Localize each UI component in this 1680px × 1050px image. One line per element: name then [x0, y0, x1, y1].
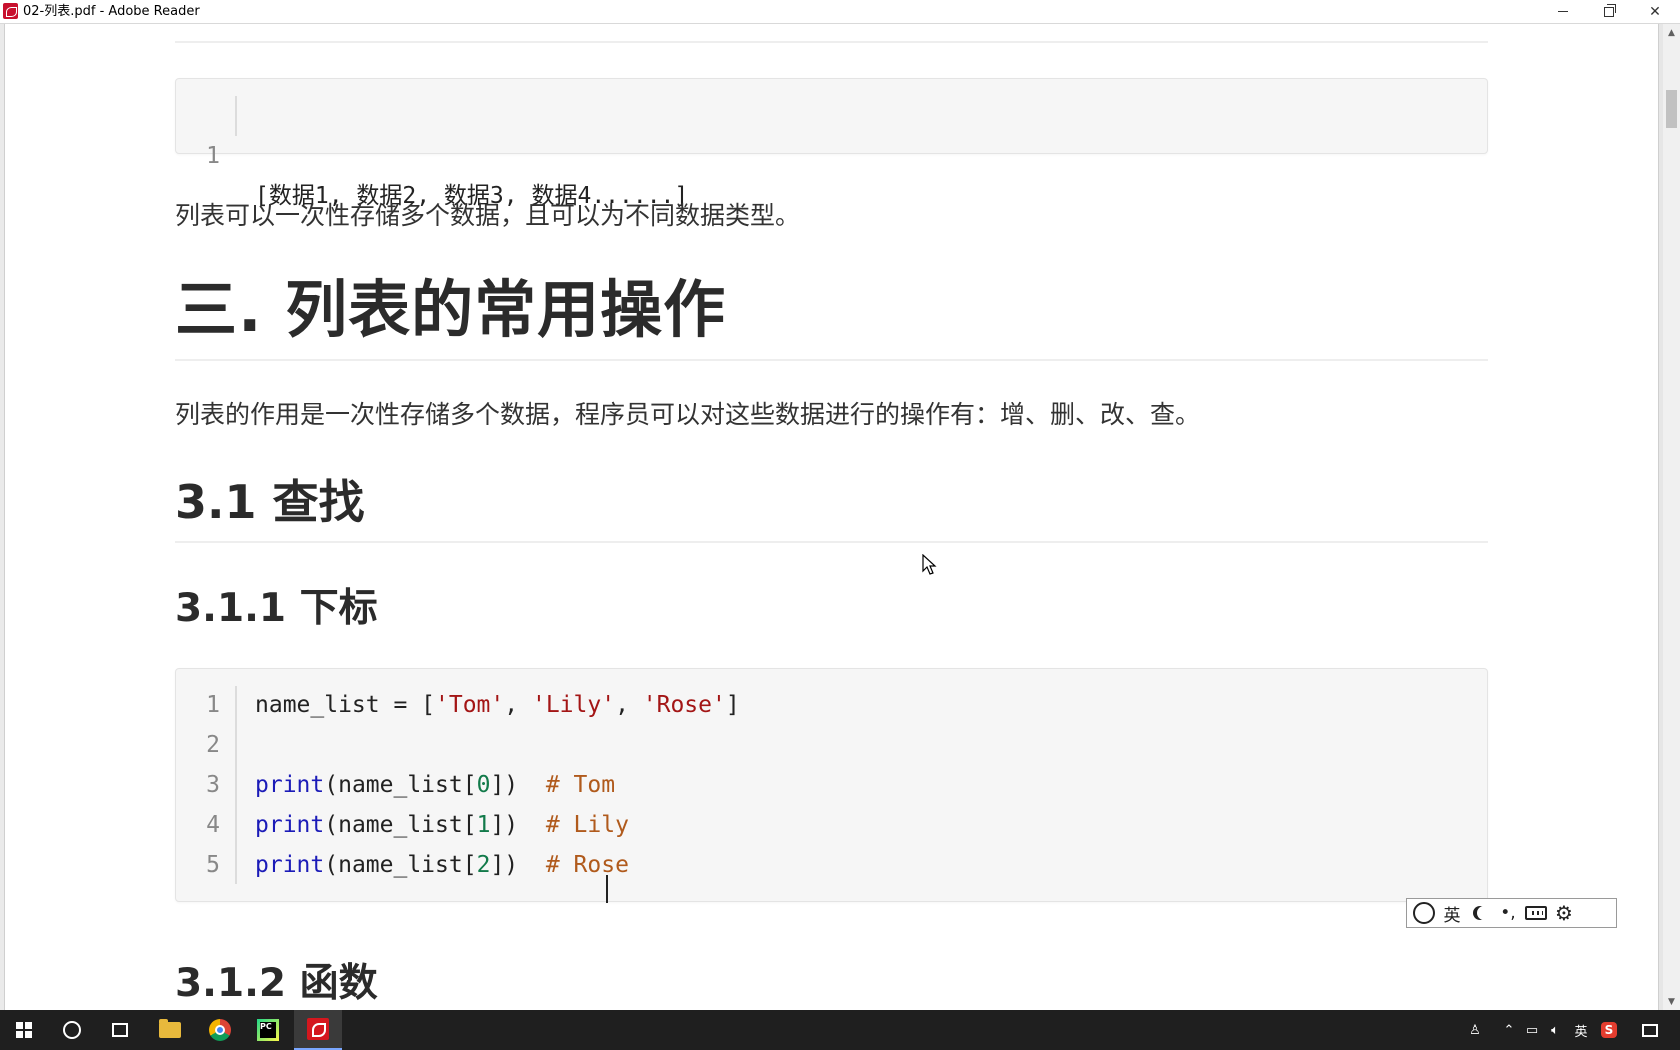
ime-logo-icon[interactable] [1413, 899, 1435, 927]
minimize-icon [1558, 11, 1568, 12]
people-icon[interactable]: ♙ [1464, 1010, 1486, 1050]
code-token: ] [725, 692, 740, 718]
chevron-up-icon[interactable]: ⌃ [1500, 1010, 1518, 1050]
line-number: 3 [206, 772, 220, 798]
line-number: 1 [206, 692, 220, 718]
code-token: # Tom [545, 772, 616, 798]
paragraph: 列表的作用是一次性存储多个数据，程序员可以对这些数据进行的操作有：增、删、改、查… [175, 400, 1201, 429]
code-token: # Lily [545, 812, 629, 838]
divider [175, 359, 1488, 361]
paragraph: 列表可以一次性存储多个数据，且可以为不同数据类型。 [175, 201, 801, 230]
code-token: , [615, 692, 643, 718]
code-token: 'Rose' [642, 692, 726, 718]
code-text: print(name_list[2]) # Rose [255, 845, 629, 885]
code-token: (name_list[ [324, 772, 477, 798]
input-language-indicator[interactable]: 英 [1570, 1010, 1592, 1050]
code-token: 0 [476, 772, 491, 798]
code-token: # Rose [545, 852, 629, 878]
moon-icon[interactable] [1469, 899, 1491, 927]
close-button[interactable]: ✕ [1632, 0, 1678, 23]
code-token: ]) [490, 772, 546, 798]
window-titlebar: 02-列表.pdf - Adobe Reader ✕ [0, 0, 1680, 24]
search-button[interactable] [48, 1010, 96, 1050]
scroll-down-icon[interactable]: ▼ [1663, 993, 1680, 1010]
line-number: 2 [206, 732, 220, 758]
divider [175, 41, 1488, 43]
task-view-button[interactable] [96, 1010, 144, 1050]
close-icon: ✕ [1649, 3, 1661, 20]
code-line: 1 [数据1, 数据2, 数据3, 数据4......] [176, 96, 688, 209]
code-token: ]) [490, 852, 546, 878]
pdf-page: 1 [数据1, 数据2, 数据3, 数据4......] 列表可以一次性存储多个… [0, 24, 1650, 1010]
network-icon[interactable]: ▭ [1522, 1010, 1542, 1050]
vertical-scrollbar[interactable]: ▲ ▼ [1663, 24, 1680, 1010]
code-token: 'Tom' [435, 692, 505, 718]
divider [175, 541, 1488, 543]
line-number: 1 [206, 143, 220, 169]
taskbar-file-explorer[interactable] [146, 1010, 194, 1050]
code-token: ]) [490, 812, 546, 838]
volume-icon[interactable]: 🔈︎ [1544, 1010, 1566, 1050]
gear-icon[interactable]: ⚙ [1553, 899, 1575, 927]
chrome-icon [209, 1019, 231, 1041]
notification-icon[interactable] [1636, 1010, 1664, 1050]
restore-icon [1604, 3, 1616, 17]
line-number: 5 [206, 852, 220, 878]
heading-level-2: 3.1 查找 [175, 475, 365, 529]
ime-toolbar[interactable]: 英 •, ⚙ [1406, 898, 1617, 928]
punctuation-icon[interactable]: •, [1497, 899, 1519, 927]
restore-button[interactable] [1586, 0, 1632, 23]
code-text: print(name_list[1]) # Lily [255, 805, 629, 845]
window-title: 02-列表.pdf - Adobe Reader [23, 4, 200, 19]
scroll-thumb[interactable] [1666, 90, 1677, 128]
line-number: 4 [206, 812, 220, 838]
taskbar: ♙ ⌃ ▭ 🔈︎ 英 S [0, 1010, 1680, 1050]
code-token: print [255, 812, 325, 838]
taskbar-chrome[interactable] [196, 1010, 244, 1050]
scroll-up-icon[interactable]: ▲ [1663, 24, 1680, 41]
file-explorer-icon [159, 1019, 181, 1038]
sogou-ime-icon[interactable]: S [1598, 1010, 1620, 1050]
code-token: print [255, 852, 325, 878]
keyboard-icon[interactable] [1525, 899, 1547, 927]
start-button[interactable] [0, 1010, 48, 1050]
code-block-list-syntax: 1 [数据1, 数据2, 数据3, 数据4......] [175, 78, 1488, 209]
heading-level-3: 3.1.1 下标 [175, 586, 378, 631]
task-view-icon [112, 1023, 128, 1037]
ime-mode-toggle[interactable]: 英 [1441, 899, 1463, 927]
heading-level-1: 三. 列表的常用操作 [175, 273, 727, 346]
adobe-reader-icon [3, 3, 18, 19]
code-token: (name_list[ [324, 812, 477, 838]
text-cursor [606, 875, 608, 903]
code-token: name_list = [ [255, 692, 436, 718]
mouse-cursor-icon [922, 554, 937, 575]
pycharm-icon [257, 1019, 279, 1041]
code-token: 'Lily' [531, 692, 616, 718]
code-gutter [235, 686, 237, 884]
code-token: print [255, 772, 325, 798]
code-token: 1 [476, 812, 491, 838]
search-icon [63, 1021, 81, 1039]
minimize-button[interactable] [1540, 0, 1586, 23]
code-text: name_list = ['Tom', 'Lily', 'Rose'] [255, 685, 740, 725]
code-token: (name_list[ [324, 852, 477, 878]
acrobat-icon [307, 1018, 329, 1040]
taskbar-adobe-reader[interactable] [294, 1010, 342, 1050]
code-text: print(name_list[0]) # Tom [255, 765, 615, 805]
windows-start-icon [16, 1022, 32, 1038]
code-block-index-example: 1 name_list = ['Tom', 'Lily', 'Rose'] 2 3 pr… [175, 668, 1488, 902]
code-token: , [504, 692, 532, 718]
code-token: 2 [476, 852, 491, 878]
heading-level-3: 3.1.2 函数 [175, 961, 378, 1006]
document-viewport[interactable]: 1 [数据1, 数据2, 数据3, 数据4......] 列表可以一次性存储多个… [0, 24, 1680, 1010]
taskbar-pycharm[interactable] [244, 1010, 292, 1050]
